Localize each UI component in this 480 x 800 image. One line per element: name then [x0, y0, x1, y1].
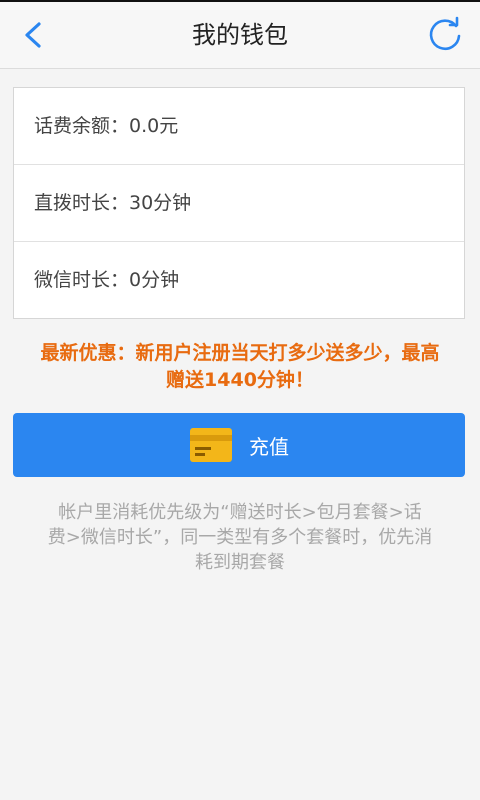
card-icon: [190, 428, 232, 462]
refresh-icon: [429, 16, 461, 51]
promo-text: 最新优惠：新用户注册当天打多少送多少，最高 赠送1440分钟！: [10, 340, 470, 394]
direct-dial-time-row: 直拨时长：30分钟: [14, 165, 464, 242]
note-line-1: 帐户里消耗优先级为“赠送时长>包月套餐>话: [58, 502, 422, 523]
promo-line-1: 最新优惠：新用户注册当天打多少送多少，最高: [40, 342, 440, 364]
promo-line-2: 赠送1440分钟！: [166, 369, 314, 391]
consumption-priority-note: 帐户里消耗优先级为“赠送时长>包月套餐>话 费>微信时长”，同一类型有多个套餐时…: [30, 500, 450, 575]
top-bar: 我的钱包: [0, 2, 480, 69]
note-line-3: 耗到期套餐: [195, 552, 285, 573]
balance-row: 话费余额：0.0元: [14, 88, 464, 165]
account-info-card: 话费余额：0.0元 直拨时长：30分钟 微信时长：0分钟: [13, 87, 465, 319]
recharge-button[interactable]: 充值: [13, 413, 465, 477]
refresh-button[interactable]: [422, 12, 468, 58]
page-title: 我的钱包: [192, 21, 288, 49]
note-line-2: 费>微信时长”，同一类型有多个套餐时，优先消: [47, 527, 433, 548]
recharge-label: 充值: [249, 434, 289, 459]
wechat-time-row: 微信时长：0分钟: [34, 269, 180, 291]
